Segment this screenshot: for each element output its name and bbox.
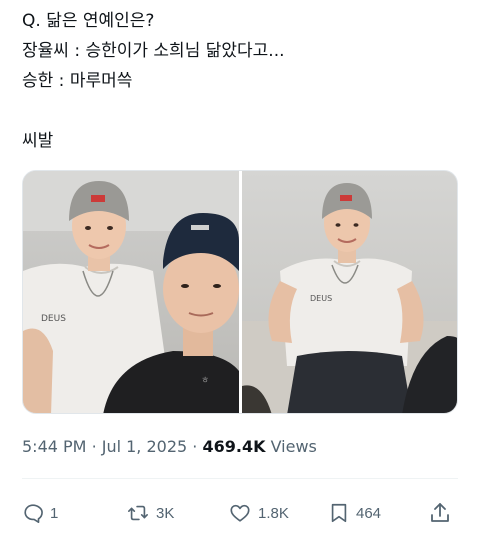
media-photo-right[interactable]: DEUS	[242, 171, 457, 413]
svg-text:DEUS: DEUS	[310, 294, 332, 303]
retweet-count: 3K	[156, 504, 175, 522]
views-label: Views	[270, 437, 317, 456]
reply-button[interactable]: 1	[22, 496, 58, 530]
reply-icon	[24, 504, 43, 523]
bookmark-count: 464	[356, 504, 382, 522]
tweet-time[interactable]: 5:44 PM	[22, 437, 86, 456]
bookmark-icon	[331, 503, 347, 523]
meta-separator: ·	[192, 437, 203, 456]
tweet-line: 씨발	[22, 131, 54, 151]
tweet-text: Q. 닮은 연예인은? 장율씨 : 승한이가 소희님 닮았다고... 승한 : …	[22, 6, 462, 156]
share-button[interactable]	[428, 496, 452, 530]
share-icon	[431, 503, 449, 522]
svg-text:DEUS: DEUS	[41, 314, 66, 324]
tweet-media-grid: DEUS ㅎ DEUS	[22, 170, 458, 414]
svg-text:ㅎ: ㅎ	[201, 376, 209, 386]
tweet-line: Q. 닮은 연예인은?	[22, 11, 155, 31]
tweet-actions: 1 3K 1.8K 464	[22, 496, 460, 530]
meta-separator: ·	[91, 437, 102, 456]
views-count: 469.4K	[202, 437, 266, 456]
heart-icon	[230, 504, 250, 522]
retweet-button[interactable]: 3K	[126, 496, 174, 530]
like-count: 1.8K	[258, 504, 289, 522]
tweet-meta: 5:44 PM · Jul 1, 2025 · 469.4K Views	[22, 437, 317, 456]
retweet-icon	[128, 505, 148, 521]
media-photo-left[interactable]: DEUS ㅎ	[23, 171, 239, 413]
divider	[22, 478, 458, 479]
tweet-line: 장율씨 : 승한이가 소희님 닮았다고...	[22, 41, 285, 61]
reply-count: 1	[50, 504, 59, 522]
tweet-line: 승한 : 마루머쓱	[22, 71, 133, 91]
like-button[interactable]: 1.8K	[228, 496, 289, 530]
tweet-date[interactable]: Jul 1, 2025	[102, 437, 187, 456]
photo-two-people: DEUS ㅎ	[23, 171, 239, 413]
bookmark-button[interactable]: 464	[328, 496, 381, 530]
photo-one-person: DEUS	[242, 171, 457, 413]
